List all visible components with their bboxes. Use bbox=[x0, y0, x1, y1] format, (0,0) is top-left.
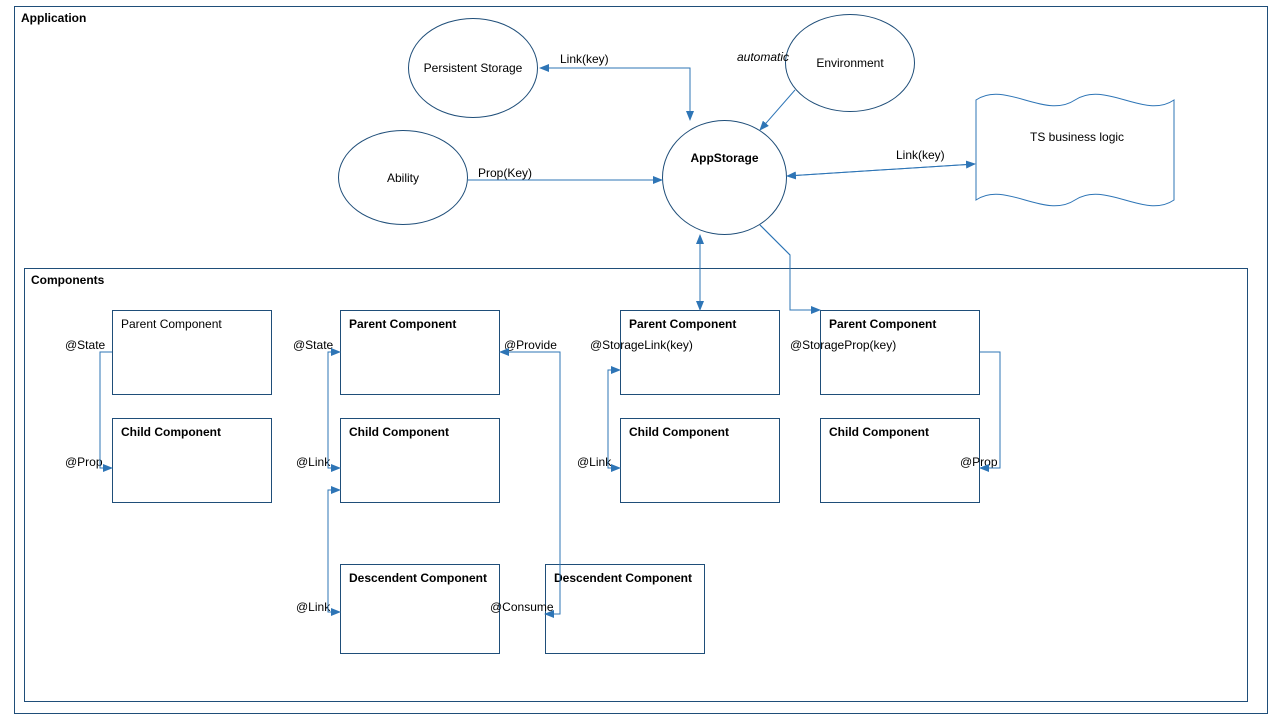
col4-storageprop: @StorageProp(key) bbox=[790, 338, 896, 352]
col2-link2: @Link bbox=[296, 600, 330, 614]
col2-consume: @Consume bbox=[490, 600, 554, 614]
col1-parent-label: Parent Component bbox=[121, 317, 222, 331]
environment-label: Environment bbox=[816, 56, 883, 70]
col2-parent-label: Parent Component bbox=[349, 317, 456, 331]
edge-link-key-2: Link(key) bbox=[896, 148, 945, 162]
diagram-canvas: Application Persistent Storage Environme… bbox=[0, 0, 1280, 720]
col4-parent-label: Parent Component bbox=[829, 317, 936, 331]
ts-logic-label: TS business logic bbox=[1030, 130, 1124, 144]
col3-parent: Parent Component bbox=[620, 310, 780, 395]
col2-desc: Descendent Component bbox=[340, 564, 500, 654]
col2-link1: @Link bbox=[296, 455, 330, 469]
col1-child-label: Child Component bbox=[121, 425, 221, 439]
appstorage-node: AppStorage bbox=[662, 120, 787, 235]
col2-desc2-label: Descendent Component bbox=[554, 571, 692, 585]
persistent-storage-label: Persistent Storage bbox=[424, 61, 523, 75]
application-title: Application bbox=[21, 11, 86, 25]
appstorage-label: AppStorage bbox=[690, 151, 758, 165]
col2-child-label: Child Component bbox=[349, 425, 449, 439]
col2-desc-label: Descendent Component bbox=[349, 571, 487, 585]
components-title: Components bbox=[31, 273, 104, 287]
col2-desc2: Descendent Component bbox=[545, 564, 705, 654]
col1-parent: Parent Component bbox=[112, 310, 272, 395]
ability-label: Ability bbox=[387, 171, 419, 185]
col1-state: @State bbox=[65, 338, 105, 352]
col1-prop: @Prop bbox=[65, 455, 103, 469]
col2-provide: @Provide bbox=[504, 338, 557, 352]
col3-storagelink: @StorageLink(key) bbox=[590, 338, 693, 352]
col3-child: Child Component bbox=[620, 418, 780, 503]
col2-state: @State bbox=[293, 338, 333, 352]
col2-parent: Parent Component bbox=[340, 310, 500, 395]
col3-link: @Link bbox=[577, 455, 611, 469]
edge-link-key-1: Link(key) bbox=[560, 52, 609, 66]
col3-child-label: Child Component bbox=[629, 425, 729, 439]
environment-node: Environment bbox=[785, 14, 915, 112]
col4-prop: @Prop bbox=[960, 455, 998, 469]
col1-child: Child Component bbox=[112, 418, 272, 503]
persistent-storage-node: Persistent Storage bbox=[408, 18, 538, 118]
col2-child: Child Component bbox=[340, 418, 500, 503]
col3-parent-label: Parent Component bbox=[629, 317, 736, 331]
ability-node: Ability bbox=[338, 130, 468, 225]
edge-automatic: automatic bbox=[737, 50, 789, 64]
col4-child: Child Component bbox=[820, 418, 980, 503]
edge-prop-key: Prop(Key) bbox=[478, 166, 532, 180]
ts-logic-node bbox=[975, 80, 1175, 220]
col4-child-label: Child Component bbox=[829, 425, 929, 439]
col4-parent: Parent Component bbox=[820, 310, 980, 395]
